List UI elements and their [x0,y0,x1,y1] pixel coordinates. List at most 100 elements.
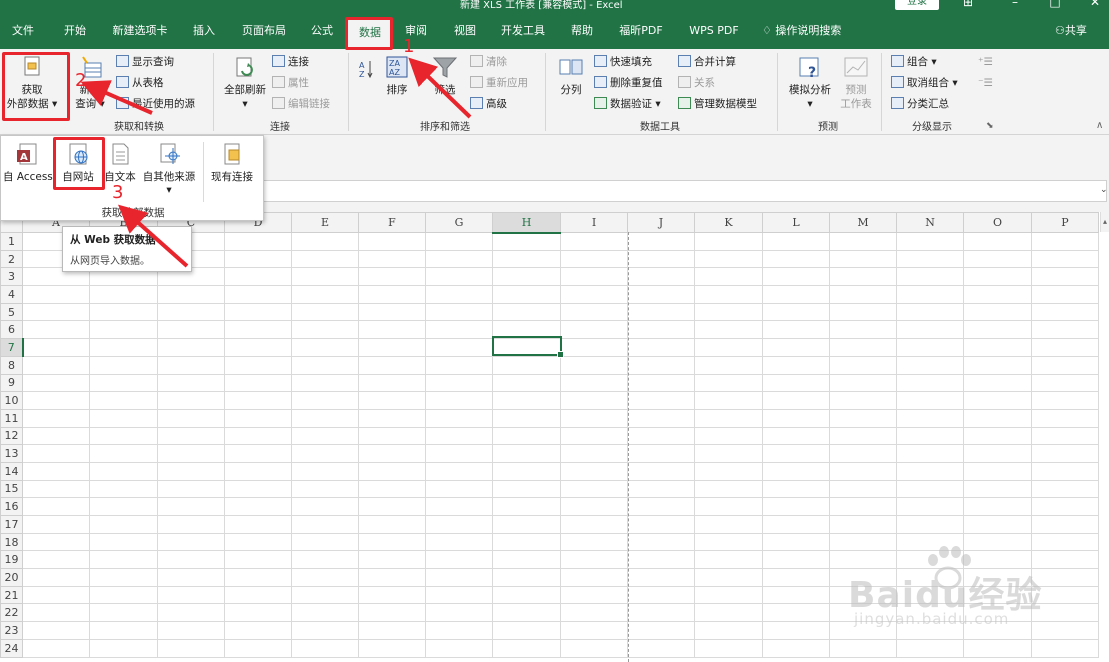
cell[interactable] [627,550,695,570]
cell[interactable] [224,302,292,322]
remove-duplicates-button[interactable]: 删除重复值 [594,74,663,92]
from-other-sources-button[interactable]: 自其他来源 ▾ [139,142,199,197]
cell[interactable] [694,408,763,428]
cell[interactable] [762,391,830,410]
cell[interactable] [157,550,225,570]
cell[interactable] [829,408,897,428]
column-header[interactable]: F [358,212,426,233]
cell[interactable] [89,515,158,534]
row-header[interactable]: 5 [0,302,23,322]
cell[interactable] [89,391,158,410]
cell[interactable] [157,497,225,516]
cell[interactable] [492,515,561,534]
cell[interactable] [560,621,628,640]
edit-links-button[interactable]: 编辑链接 [272,95,330,113]
cell[interactable] [492,302,561,322]
cell[interactable] [560,408,628,428]
cell[interactable] [963,391,1032,410]
cell[interactable] [89,603,158,623]
cell[interactable] [560,373,628,393]
cell[interactable] [627,515,695,534]
cell[interactable] [829,391,897,410]
cell[interactable] [358,426,426,446]
cell[interactable] [896,285,964,304]
cell[interactable] [627,391,695,410]
cell[interactable] [22,621,90,640]
cell[interactable] [829,355,897,375]
show-queries-button[interactable]: 显示查询 [116,53,174,71]
login-button[interactable]: 登录 [895,0,939,10]
row-header[interactable]: 14 [0,461,23,481]
cell[interactable] [829,515,897,534]
cell[interactable] [358,355,426,375]
cell[interactable] [358,532,426,552]
cell[interactable] [627,603,695,623]
cell[interactable] [694,391,763,410]
cell[interactable] [963,479,1032,499]
cell[interactable] [762,408,830,428]
cell[interactable] [492,391,561,410]
cell[interactable] [829,285,897,304]
cell[interactable] [492,232,561,251]
cell[interactable] [224,515,292,534]
cell[interactable] [425,302,493,322]
cell[interactable] [896,479,964,499]
cell[interactable] [627,426,695,446]
column-header[interactable]: M [829,212,897,233]
cell[interactable] [896,391,964,410]
cell[interactable] [492,638,561,658]
cell[interactable] [560,603,628,623]
cell[interactable] [492,249,561,269]
cell[interactable] [896,338,964,357]
cell[interactable] [291,568,359,587]
cell[interactable] [157,461,225,481]
cell[interactable] [963,267,1032,287]
cell[interactable] [492,585,561,605]
group-button[interactable]: 组合 ▾ [891,53,937,71]
cell[interactable] [492,285,561,304]
cell[interactable] [358,302,426,322]
cell[interactable] [425,550,493,570]
cell[interactable] [694,621,763,640]
cell[interactable] [425,515,493,534]
cell[interactable] [896,373,964,393]
cell[interactable] [560,249,628,269]
row-header[interactable]: 19 [0,550,23,570]
cell[interactable] [157,444,225,463]
cell[interactable] [425,285,493,304]
cell[interactable] [627,249,695,269]
cell[interactable] [157,585,225,605]
cell[interactable] [694,320,763,340]
cell[interactable] [425,320,493,340]
cell[interactable] [896,461,964,481]
row-header[interactable]: 13 [0,444,23,463]
relationships-button[interactable]: 关系 [678,74,715,92]
cell[interactable] [89,568,158,587]
cell[interactable] [492,568,561,587]
cell[interactable] [694,249,763,269]
cell[interactable] [492,550,561,570]
cell[interactable] [762,479,830,499]
cell[interactable] [224,408,292,428]
cell[interactable] [358,267,426,287]
row-header[interactable]: 18 [0,532,23,552]
cell[interactable] [694,461,763,481]
manage-data-model-button[interactable]: 管理数据模型 [678,95,757,113]
cell[interactable] [89,621,158,640]
cell[interactable] [762,550,830,570]
cell[interactable] [291,638,359,658]
cell[interactable] [560,568,628,587]
cell[interactable] [425,373,493,393]
cell[interactable] [762,461,830,481]
cell[interactable] [89,638,158,658]
cell[interactable] [291,585,359,605]
cell[interactable] [1031,267,1099,287]
cell[interactable] [358,585,426,605]
cell[interactable] [89,426,158,446]
tab-insert[interactable]: 插入 [191,13,217,49]
column-header[interactable]: O [963,212,1032,233]
cell[interactable] [89,550,158,570]
cell[interactable] [425,479,493,499]
cell[interactable] [963,444,1032,463]
cell[interactable] [89,355,158,375]
